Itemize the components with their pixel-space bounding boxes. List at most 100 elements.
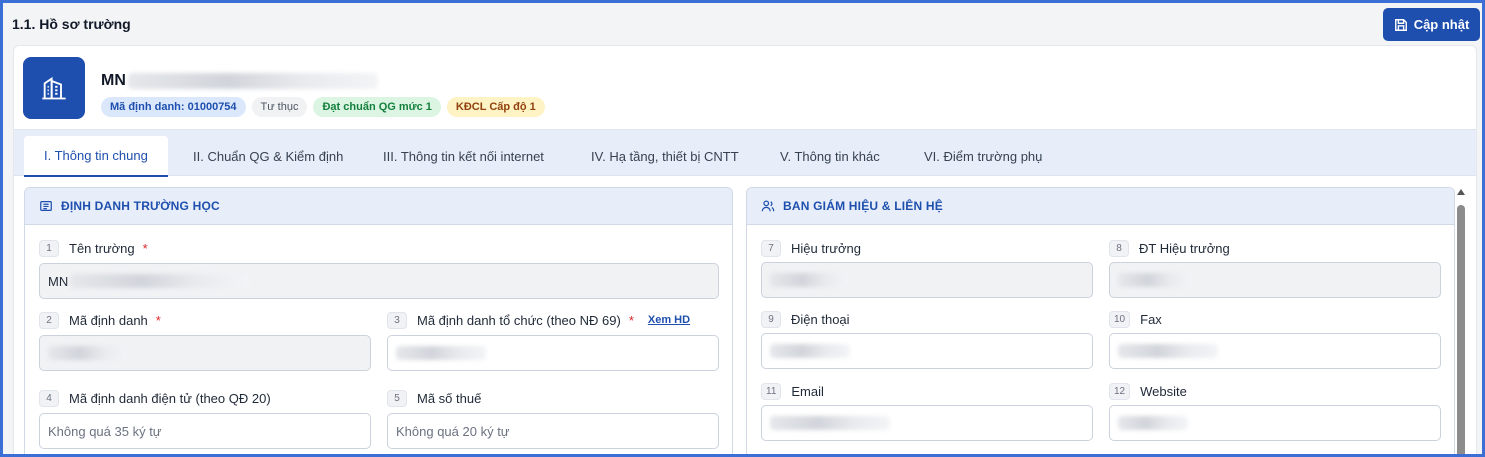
label-text: Email xyxy=(791,383,824,399)
ten-truong-input[interactable]: MN xyxy=(39,263,719,299)
field-number: 11 xyxy=(761,382,782,400)
redacted-value xyxy=(770,416,890,430)
panel-ban-giam-hieu-header: BAN GIÁM HIỆU & LIÊN HỆ xyxy=(747,188,1454,225)
field-ma-so-thue-label: 5 Mã số thuế xyxy=(387,389,481,407)
field-number: 8 xyxy=(1109,239,1129,257)
required-mark: * xyxy=(628,312,634,328)
field-number: 4 xyxy=(39,389,59,407)
field-dt-hieu-truong-label: 8 ĐT Hiệu trưởng xyxy=(1109,239,1230,257)
tab-thong-tin-chung[interactable]: I. Thông tin chung xyxy=(24,136,168,177)
field-ma-dinh-danh-dien-tu: 4 Mã định danh điện tử (theo QĐ 20) xyxy=(39,389,271,407)
scroll-up-arrow-icon[interactable] xyxy=(1457,189,1465,195)
badge-kdcl: KĐCL Cấp độ 1 xyxy=(446,97,545,117)
redacted-value xyxy=(770,273,850,287)
field-ten-truong: 1 Tên trường * xyxy=(39,239,148,257)
update-button-label: Cập nhật xyxy=(1413,17,1470,32)
badge-loai-hinh: Tư thục xyxy=(251,97,308,117)
tab-thong-tin-khac[interactable]: V. Thông tin khác xyxy=(760,136,900,177)
required-mark: * xyxy=(142,240,148,256)
field-ma-dinh-danh-dien-tu-label: 4 Mã định danh điện tử (theo QĐ 20) xyxy=(39,389,271,407)
panel-ban-giam-hieu-title: BAN GIÁM HIỆU & LIÊN HỆ xyxy=(783,199,943,213)
label-text: Hiệu trưởng xyxy=(791,240,861,256)
panel-dinh-danh: ĐỊNH DANH TRƯỜNG HỌC 1 Tên trường * MN 2 … xyxy=(24,187,733,454)
ma-so-thue-input[interactable]: Không quá 20 ký tự xyxy=(387,413,719,449)
ma-dinh-danh-to-chuc-input[interactable] xyxy=(387,335,719,371)
redacted-value xyxy=(1118,344,1218,358)
list-icon xyxy=(40,201,52,211)
dien-thoai-input[interactable] xyxy=(761,333,1093,369)
school-name: MN xyxy=(101,72,378,90)
field-dien-thoai: 9 Điện thoại xyxy=(761,310,850,328)
redacted-school-name xyxy=(127,73,378,89)
ma-dinh-danh-dien-tu-input[interactable]: Không quá 35 ký tự xyxy=(39,413,371,449)
building-icon xyxy=(42,76,66,100)
required-mark: * xyxy=(155,312,161,328)
field-ma-dinh-danh-to-chuc-label: 3 Mã định danh tổ chức (theo NĐ 69) * Xem… xyxy=(387,311,690,329)
field-fax: 10 Fax xyxy=(1109,310,1162,328)
save-icon xyxy=(1394,18,1407,31)
field-ten-truong-label: 1 Tên trường * xyxy=(39,239,148,257)
panel-dinh-danh-title: ĐỊNH DANH TRƯỜNG HỌC xyxy=(61,199,220,213)
field-ma-dinh-danh-label: 2 Mã định danh * xyxy=(39,311,161,329)
redacted-value xyxy=(48,346,128,360)
label-text: Điện thoại xyxy=(791,311,850,327)
school-card: MN Mã định danh: 01000754 Tư thục Đạt ch… xyxy=(13,45,1477,454)
field-ma-so-thue: 5 Mã số thuế xyxy=(387,389,481,407)
ten-truong-value: MN xyxy=(48,273,69,289)
field-hieu-truong: 7 Hiệu trưởng xyxy=(761,239,861,257)
tab-ha-tang-cntt[interactable]: IV. Hạ tầng, thiết bị CNTT xyxy=(571,136,759,177)
redacted-value xyxy=(396,346,486,360)
label-text: Mã định danh điện tử (theo QĐ 20) xyxy=(69,390,271,406)
redacted-value xyxy=(770,344,850,358)
field-email: 11 Email xyxy=(761,382,824,400)
school-badges: Mã định danh: 01000754 Tư thục Đạt chuẩn… xyxy=(101,97,545,117)
field-number: 5 xyxy=(387,389,407,407)
users-icon xyxy=(761,200,775,212)
tab-diem-truong-phu[interactable]: VI. Điểm trường phụ xyxy=(904,136,1062,177)
fax-input[interactable] xyxy=(1109,333,1441,369)
tab-chuan-qg-kiem-dinh[interactable]: II. Chuẩn QG & Kiểm định xyxy=(173,136,363,177)
website-input[interactable] xyxy=(1109,405,1441,441)
field-email-label: 11 Email xyxy=(761,382,824,400)
placeholder-text: Không quá 35 ký tự xyxy=(48,423,162,439)
scrollbar-thumb[interactable] xyxy=(1457,205,1465,454)
label-text: Mã định danh tổ chức (theo NĐ 69) xyxy=(417,312,621,328)
field-number: 7 xyxy=(761,239,781,257)
field-website-label: 12 Website xyxy=(1109,382,1187,400)
dt-hieu-truong-input[interactable] xyxy=(1109,262,1441,298)
field-number: 10 xyxy=(1109,310,1131,328)
panel-ban-giam-hieu: BAN GIÁM HIỆU & LIÊN HỆ 7 Hiệu trưởng 8 … xyxy=(746,187,1455,454)
badge-ma-dinh-danh: Mã định danh: 01000754 xyxy=(101,97,246,117)
label-text: Mã định danh xyxy=(69,312,148,328)
field-number: 1 xyxy=(39,239,59,257)
badge-chuan-qg: Đạt chuẩn QG mức 1 xyxy=(313,97,441,117)
redacted-value xyxy=(1118,416,1188,430)
tab-ket-noi-internet[interactable]: III. Thông tin kết nối internet xyxy=(363,136,564,177)
panel-dinh-danh-header: ĐỊNH DANH TRƯỜNG HỌC xyxy=(25,188,732,225)
field-website: 12 Website xyxy=(1109,382,1187,400)
field-fax-label: 10 Fax xyxy=(1109,310,1162,328)
school-logo xyxy=(23,57,85,119)
email-input[interactable] xyxy=(761,405,1093,441)
xem-hd-link[interactable]: Xem HD xyxy=(648,314,690,326)
field-number: 3 xyxy=(387,311,407,329)
vertical-scrollbar[interactable] xyxy=(1457,187,1465,454)
field-number: 2 xyxy=(39,311,59,329)
label-text: Mã số thuế xyxy=(417,390,482,406)
label-text: ĐT Hiệu trưởng xyxy=(1139,240,1230,256)
page-title: 1.1. Hồ sơ trường xyxy=(12,16,131,32)
label-text: Tên trường xyxy=(69,240,135,256)
update-button[interactable]: Cập nhật xyxy=(1383,8,1480,41)
field-number: 9 xyxy=(761,310,781,328)
field-number: 12 xyxy=(1109,382,1131,400)
placeholder-text: Không quá 20 ký tự xyxy=(396,423,510,439)
field-dt-hieu-truong: 8 ĐT Hiệu trưởng xyxy=(1109,239,1230,257)
field-ma-dinh-danh: 2 Mã định danh * xyxy=(39,311,161,329)
redacted-value xyxy=(70,274,251,288)
field-hieu-truong-label: 7 Hiệu trưởng xyxy=(761,239,861,257)
school-name-prefix: MN xyxy=(101,72,126,89)
ma-dinh-danh-input[interactable] xyxy=(39,335,371,371)
label-text: Website xyxy=(1140,383,1187,399)
hieu-truong-input[interactable] xyxy=(761,262,1093,298)
app-frame: 1.1. Hồ sơ trường Cập nhật MN Mã định da… xyxy=(0,0,1485,457)
